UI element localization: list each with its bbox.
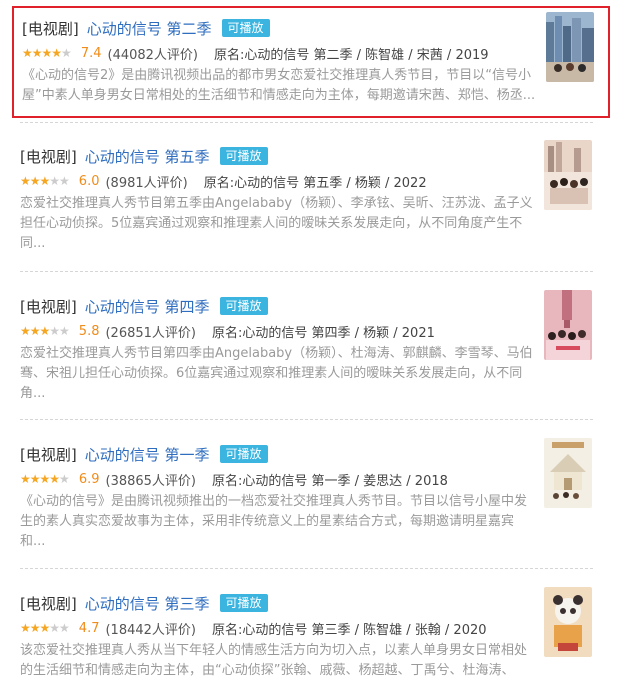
result-card-1: [电视剧] 心动的信号 第二季 可播放 ★★★★★ 7.4 (44082人评价)…: [12, 6, 610, 118]
title-line: [电视剧] 心动的信号 第四季 可播放: [20, 294, 268, 318]
original-info: 原名:心动的信号 第二季 / 陈智雄 / 宋茜 / 2019: [214, 47, 489, 63]
description: 恋爱社交推理真人秀节目第四季由Angelababy（杨颖）、杜海涛、郭麒麟、李雪…: [20, 346, 533, 401]
playable-badge[interactable]: 可播放: [219, 445, 268, 463]
description: 恋爱社交推理真人秀节目第五季由Angelababy（杨颖）、李承铉、吴昕、汪苏泷…: [20, 196, 533, 251]
rating-count: (44082人评价): [107, 47, 199, 63]
rating-count: (26851人评价): [105, 325, 196, 341]
rating-score: 4.7: [78, 620, 100, 636]
divider: [20, 568, 593, 569]
rating-score: 7.4: [80, 45, 102, 61]
rating-score: 6.0: [78, 173, 100, 189]
rating-count: (18442人评价): [105, 622, 196, 638]
rating-stars-icon: ★★★★★: [20, 324, 70, 338]
divider: [20, 271, 593, 272]
rating-line: ★★★★★ 6.0 (8981人评价) 原名:心动的信号 第五季 / 杨颖 / …: [20, 172, 427, 191]
rating-count: (8981人评价): [105, 175, 188, 191]
playable-badge[interactable]: 可播放: [219, 147, 268, 165]
title-link[interactable]: 心动的信号 第一季: [85, 444, 210, 465]
category-label: [电视剧]: [20, 297, 77, 316]
rating-line: ★★★★★ 5.8 (26851人评价) 原名:心动的信号 第四季 / 杨颖 /…: [20, 322, 435, 341]
divider: [20, 419, 593, 420]
rating-line: ★★★★★ 4.7 (18442人评价) 原名:心动的信号 第三季 / 陈智雄 …: [20, 619, 487, 638]
playable-badge[interactable]: 可播放: [219, 594, 268, 612]
playable-badge[interactable]: 可播放: [219, 297, 268, 315]
category-label: [电视剧]: [22, 19, 79, 38]
category-label: [电视剧]: [20, 147, 77, 166]
description: 《心动的信号2》是由腾讯视频出品的都市男女恋爱社交推理真人秀节目，节目以“信号小…: [22, 68, 536, 103]
rating-line: ★★★★★ 6.9 (38865人评价) 原名:心动的信号 第一季 / 姜思达 …: [20, 470, 448, 489]
rating-score: 5.8: [78, 323, 100, 339]
poster-group-pink-icon[interactable]: [544, 290, 592, 360]
result-card-5: [电视剧] 心动的信号 第三季 可播放 ★★★★★ 4.7 (18442人评价)…: [12, 583, 610, 691]
category-label: [电视剧]: [20, 594, 77, 613]
rating-stars-icon: ★★★★★: [20, 174, 70, 188]
result-card-3: [电视剧] 心动的信号 第四季 可播放 ★★★★★ 5.8 (26851人评价)…: [12, 286, 610, 411]
title-line: [电视剧] 心动的信号 第一季 可播放: [20, 442, 268, 466]
divider: [20, 122, 593, 123]
description: 该恋爱社交推理真人秀从当下年轻人的情感生活方向为切入点，以素人单身男女日常相处的…: [20, 643, 528, 678]
rating-count: (38865人评价): [105, 473, 197, 489]
title-line: [电视剧] 心动的信号 第五季 可播放: [20, 144, 268, 168]
poster-bear-icon[interactable]: [544, 587, 592, 657]
rating-score: 6.9: [78, 471, 100, 487]
title-link[interactable]: 心动的信号 第三季: [85, 593, 210, 614]
original-info: 原名:心动的信号 第四季 / 杨颖 / 2021: [211, 325, 435, 341]
title-line: [电视剧] 心动的信号 第二季 可播放: [22, 16, 270, 40]
original-info: 原名:心动的信号 第一季 / 姜思达 / 2018: [212, 473, 448, 489]
rating-stars-icon: ★★★★★: [22, 46, 72, 60]
poster-house-icon[interactable]: [544, 438, 592, 508]
title-line: [电视剧] 心动的信号 第三季 可播放: [20, 591, 268, 615]
result-card-4: [电视剧] 心动的信号 第一季 可播放 ★★★★★ 6.9 (38865人评价)…: [12, 434, 610, 559]
rating-stars-icon: ★★★★★: [20, 621, 70, 635]
category-label: [电视剧]: [20, 445, 77, 464]
poster-city-skyline-icon[interactable]: [546, 12, 594, 82]
rating-stars-icon: ★★★★★: [20, 472, 70, 486]
poster-group-city-icon[interactable]: [544, 140, 592, 210]
title-link[interactable]: 心动的信号 第五季: [85, 146, 210, 167]
original-info: 原名:心动的信号 第五季 / 杨颖 / 2022: [203, 175, 427, 191]
title-link[interactable]: 心动的信号 第四季: [85, 296, 210, 317]
playable-badge[interactable]: 可播放: [221, 19, 270, 37]
description: 《心动的信号》是由腾讯视频推出的一档恋爱社交推理真人秀节目。节目以信号小屋中发生…: [20, 494, 528, 549]
rating-line: ★★★★★ 7.4 (44082人评价) 原名:心动的信号 第二季 / 陈智雄 …: [22, 44, 489, 63]
result-card-2: [电视剧] 心动的信号 第五季 可播放 ★★★★★ 6.0 (8981人评价) …: [12, 136, 610, 261]
title-link[interactable]: 心动的信号 第二季: [87, 18, 212, 39]
original-info: 原名:心动的信号 第三季 / 陈智雄 / 张翰 / 2020: [211, 622, 487, 638]
